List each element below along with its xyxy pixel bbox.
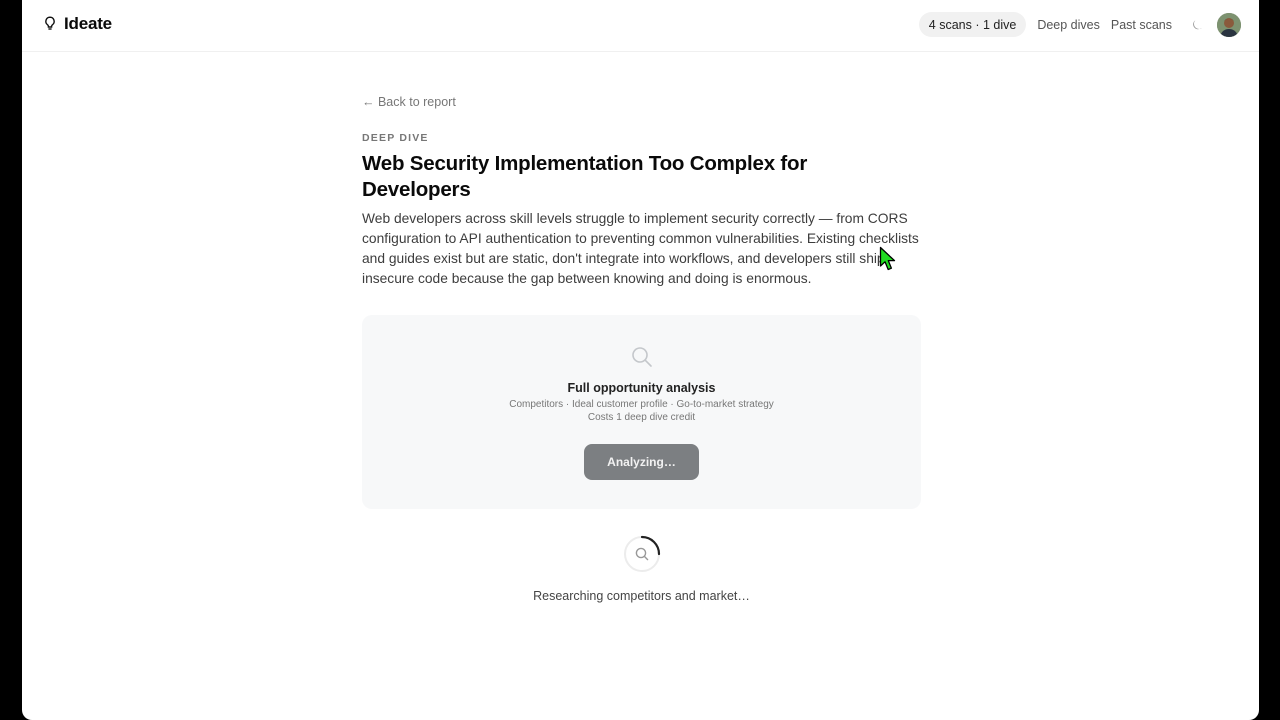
usage-badge: 4 scans · 1 dive [918, 12, 1027, 37]
top-nav: Ideate 4 scans · 1 dive Deep dives Past … [22, 0, 1259, 52]
analysis-title: Full opportunity analysis [567, 381, 716, 395]
progress-status: Researching competitors and market… [533, 589, 750, 603]
nav-deep-dives[interactable]: Deep dives [1037, 18, 1100, 32]
moon-icon[interactable] [1191, 18, 1205, 32]
nav-past-scans[interactable]: Past scans [1111, 18, 1172, 32]
section-eyebrow: DEEP DIVE [362, 132, 429, 144]
analysis-card: Full opportunity analysis Competitors · … [362, 315, 921, 509]
loading-spinner [622, 534, 662, 574]
nav-right: 4 scans · 1 dive Deep dives Past scans [918, 12, 1241, 37]
avatar[interactable] [1217, 12, 1241, 37]
analyzing-button[interactable]: Analyzing… [584, 444, 699, 480]
analysis-subtitle: Competitors · Ideal customer profile · G… [509, 399, 774, 410]
search-icon [632, 347, 652, 367]
mouse-cursor-icon [879, 246, 896, 271]
analysis-cost: Costs 1 deep dive credit [587, 412, 696, 423]
lightbulb-icon [45, 16, 55, 30]
brand[interactable]: Ideate [44, 14, 112, 34]
brand-name: Ideate [64, 14, 112, 33]
back-to-report-link[interactable]: ← Back to report [362, 95, 456, 109]
page-title: Web Security Implementation Too Complex … [362, 152, 808, 201]
page-description: Web developers across skill levels strug… [362, 211, 919, 286]
app-window: Ideate 4 scans · 1 dive Deep dives Past … [22, 0, 1259, 720]
avatar-image [1217, 12, 1241, 37]
